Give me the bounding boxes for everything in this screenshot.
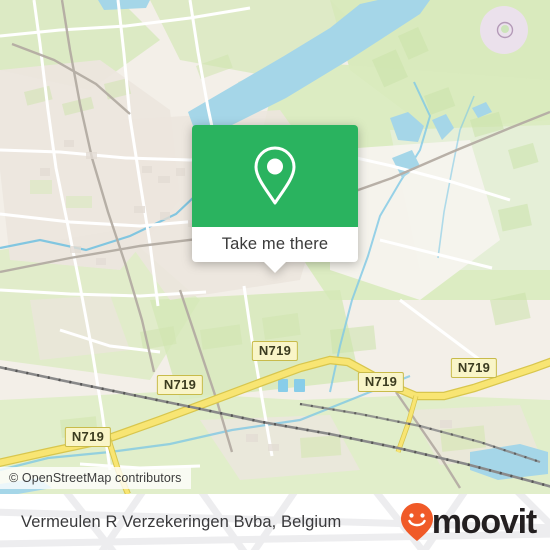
map-attribution[interactable]: © OpenStreetMap contributors — [0, 467, 191, 489]
map-pin-icon — [254, 146, 296, 205]
moovit-smiley-pin-icon — [400, 503, 433, 541]
road-shield: N719 — [156, 375, 204, 395]
place-title: Vermeulen R Verzekeringen Bvba, Belgium — [21, 512, 342, 531]
road-shield-label: N719 — [457, 360, 491, 375]
callout-action-panel[interactable]: Take me there — [192, 227, 358, 273]
road-shield: N719 — [251, 341, 299, 361]
moovit-logo[interactable]: moovit — [400, 502, 537, 542]
moovit-wordmark: moovit — [431, 503, 537, 541]
map-page: N719 N719 N719 N719 N719 © OpenStreetMap con… — [0, 0, 550, 550]
road-shield-label: N719 — [364, 374, 398, 389]
road-shield-label: N719 — [163, 377, 197, 392]
callout-label: Take me there — [221, 235, 329, 253]
attribution-text: © OpenStreetMap contributors — [9, 471, 182, 485]
map-attraction-area — [480, 6, 528, 54]
take-me-there-callout[interactable]: Take me there — [192, 125, 358, 273]
road-shield: N719 — [64, 427, 112, 447]
road-shield: N719 — [450, 358, 498, 378]
callout-pointer — [264, 262, 286, 273]
road-shield-label: N719 — [258, 343, 292, 358]
road-shield-label: N719 — [71, 429, 105, 444]
footer-bar: Vermeulen R Verzekeringen Bvba, Belgium … — [0, 494, 550, 550]
callout-icon-panel — [192, 125, 358, 227]
road-shield: N719 — [357, 372, 405, 392]
